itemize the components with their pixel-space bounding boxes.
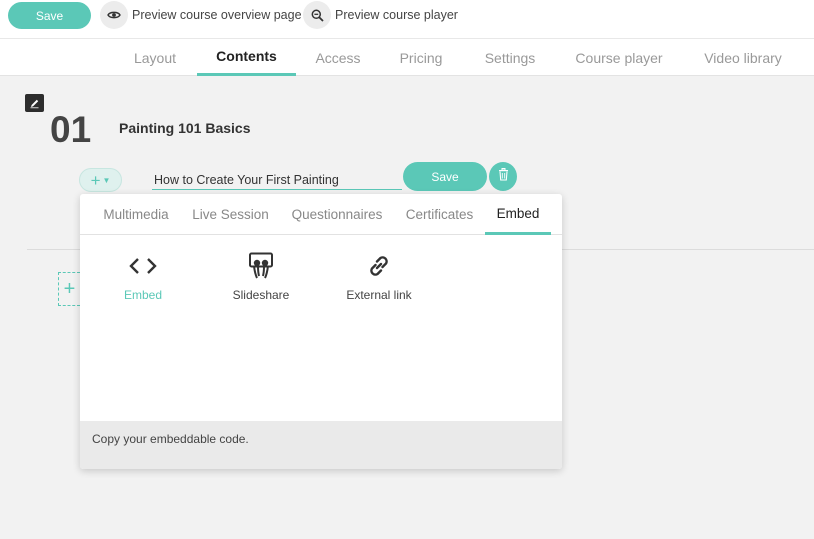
add-content-popup: Multimedia Live Session Questionnaires C… [80, 194, 562, 469]
caret-down-icon: ▼ [102, 175, 111, 185]
popup-footer-text: Copy your embeddable code. [80, 421, 562, 469]
preview-player-label: Preview course player [335, 8, 458, 22]
code-icon [129, 250, 157, 282]
add-section-button[interactable]: + [58, 272, 80, 306]
plus-icon: + [63, 277, 76, 300]
tab-pricing[interactable]: Pricing [386, 39, 456, 76]
zoom-icon [303, 1, 331, 29]
lesson-title-input[interactable] [152, 170, 402, 190]
tab-video-library[interactable]: Video library [694, 39, 792, 76]
plus-icon: + [90, 170, 101, 190]
tab-access[interactable]: Access [303, 39, 373, 76]
section-title[interactable]: Painting 101 Basics [119, 120, 251, 136]
link-icon [365, 250, 393, 282]
delete-lesson-button[interactable] [489, 162, 517, 191]
save-lesson-button[interactable]: Save [403, 162, 487, 191]
popup-tab-questionnaires[interactable]: Questionnaires [284, 194, 390, 235]
tab-course-player[interactable]: Course player [566, 39, 672, 76]
popup-tab-embed[interactable]: Embed [485, 194, 551, 235]
course-tabs: Layout Contents Access Pricing Settings … [0, 38, 814, 76]
embed-option[interactable]: Embed [93, 250, 193, 302]
popup-tab-certificates[interactable]: Certificates [399, 194, 480, 235]
top-toolbar: Save Preview course overview page Previe… [0, 0, 814, 38]
tab-settings[interactable]: Settings [472, 39, 548, 76]
preview-overview-label: Preview course overview page [132, 8, 302, 22]
external-link-option-label: External link [346, 288, 412, 302]
embed-option-label: Embed [123, 288, 163, 302]
edit-pencil-icon[interactable] [25, 94, 44, 112]
trash-icon [498, 167, 509, 186]
tab-layout[interactable]: Layout [118, 39, 192, 76]
popup-tab-live-session[interactable]: Live Session [187, 194, 274, 235]
popup-tab-multimedia[interactable]: Multimedia [94, 194, 178, 235]
preview-course-player-button[interactable]: Preview course player [303, 1, 458, 29]
slideshare-icon [248, 250, 274, 282]
add-content-button[interactable]: + ▼ [79, 168, 122, 192]
slideshare-option-label: Slideshare [232, 288, 290, 302]
section-number: 01 [50, 109, 92, 150]
popup-tabs: Multimedia Live Session Questionnaires C… [80, 194, 562, 235]
save-button[interactable]: Save [8, 2, 91, 29]
external-link-option[interactable]: External link [329, 250, 429, 302]
eye-icon [100, 1, 128, 29]
slideshare-option[interactable]: Slideshare [211, 250, 311, 302]
preview-course-overview-button[interactable]: Preview course overview page [100, 1, 302, 29]
tab-contents[interactable]: Contents [197, 39, 296, 76]
